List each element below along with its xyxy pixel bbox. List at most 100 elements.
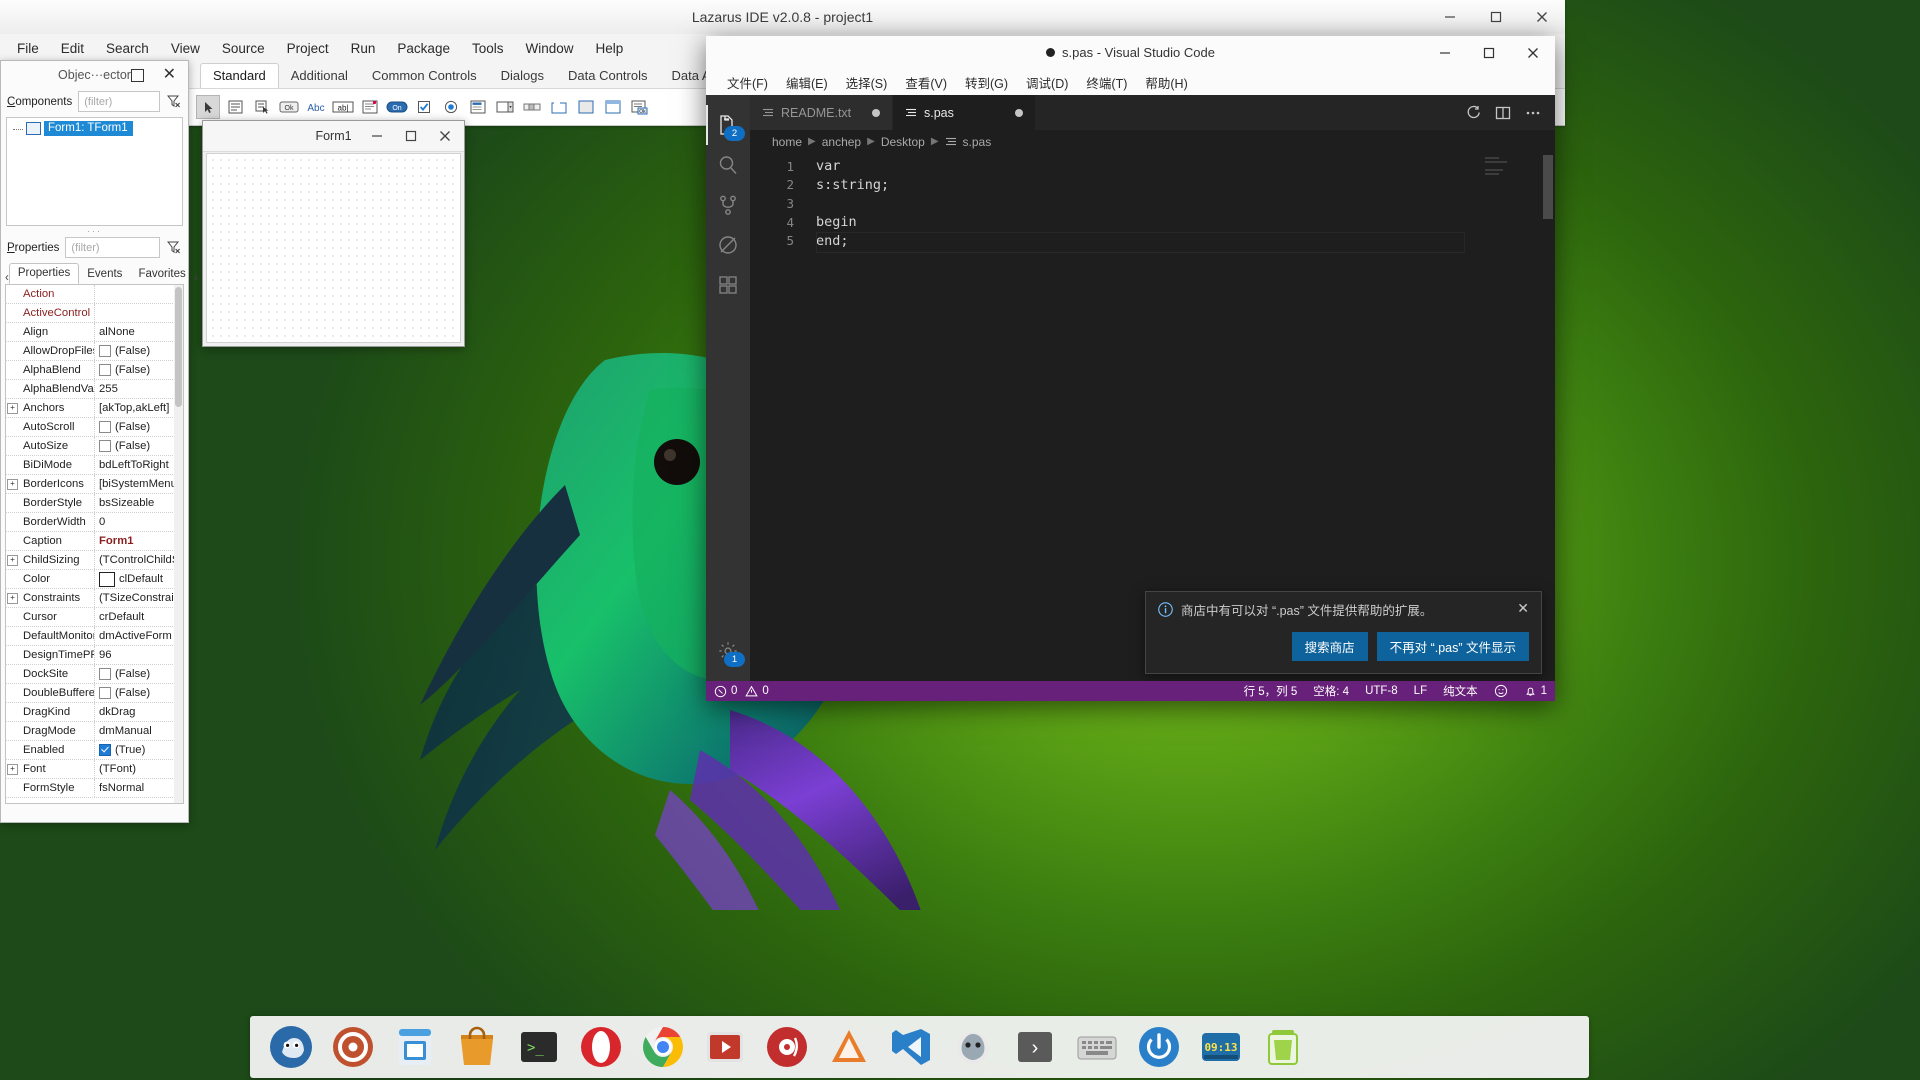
expand-toggle-icon[interactable]: + <box>6 402 19 414</box>
palette-tab-dialogs[interactable]: Dialogs <box>489 64 556 88</box>
dock-item-settings[interactable] <box>322 1019 384 1075</box>
property-value[interactable]: dmActiveForm <box>95 627 183 645</box>
code-line[interactable]: 5 end; <box>750 231 1555 250</box>
property-grid-scrollbar[interactable] <box>174 285 183 803</box>
dock-item-clock[interactable]: 09:13 <box>1190 1019 1252 1075</box>
status-language-mode[interactable]: 纯文本 <box>1435 681 1486 701</box>
status-problems[interactable]: 0 0 <box>706 681 777 701</box>
property-value[interactable]: crDefault <box>95 608 183 626</box>
vscode-menu-edit[interactable]: 编辑(E) <box>777 71 837 94</box>
property-value[interactable]: Form1 <box>95 532 183 550</box>
property-value[interactable]: (False) <box>95 418 183 436</box>
checkbox-icon[interactable] <box>99 345 111 357</box>
breadcrumb-anchep[interactable]: anchep <box>822 135 861 149</box>
dock-item-terminal[interactable]: >_ <box>508 1019 570 1075</box>
property-value[interactable]: dkDrag <box>95 703 183 721</box>
property-value[interactable] <box>95 304 183 322</box>
color-swatch-icon[interactable] <box>99 571 115 587</box>
palette-tab-standard[interactable]: Standard <box>200 63 279 88</box>
component-tree-node-form1[interactable]: Form1: TForm1 <box>7 121 182 136</box>
breadcrumb-desktop[interactable]: Desktop <box>881 135 925 149</box>
tab-readme-txt[interactable]: README.txt <box>750 95 893 130</box>
property-value[interactable]: (TSizeConstraint <box>95 589 183 607</box>
activity-extensions-icon[interactable] <box>706 265 750 305</box>
tmemo-icon[interactable] <box>358 95 382 119</box>
dock-item-vscode[interactable] <box>880 1019 942 1075</box>
editor-scroll-thumb[interactable] <box>1543 155 1553 219</box>
menu-package[interactable]: Package <box>386 38 461 59</box>
property-row[interactable]: ActiveControl <box>6 304 183 323</box>
tabs-scroll-right-icon[interactable]: › <box>194 272 198 284</box>
status-encoding[interactable]: UTF-8 <box>1357 681 1406 701</box>
lazarus-maximize-button[interactable] <box>1473 0 1519 34</box>
property-row[interactable]: BorderWidth 0 <box>6 513 183 532</box>
tab-s-pas-dirty-icon[interactable] <box>1015 109 1023 117</box>
form-design-canvas[interactable] <box>206 153 461 343</box>
activity-debug-icon[interactable] <box>706 225 750 265</box>
property-row[interactable]: DesignTimePPI 96 <box>6 646 183 665</box>
dock-item-gimp[interactable] <box>260 1019 322 1075</box>
property-value[interactable]: 255 <box>95 380 183 398</box>
activity-search-icon[interactable] <box>706 145 750 185</box>
activity-settings-gear-icon[interactable]: 1 <box>706 631 750 671</box>
lazarus-close-button[interactable] <box>1519 0 1565 34</box>
tedit-icon[interactable]: ab| <box>331 95 355 119</box>
lazarus-minimize-button[interactable] <box>1427 0 1473 34</box>
expand-toggle-icon[interactable]: + <box>6 478 19 490</box>
status-eol[interactable]: LF <box>1406 681 1435 701</box>
property-row[interactable]: Caption Form1 <box>6 532 183 551</box>
dock-item-chrome[interactable] <box>632 1019 694 1075</box>
property-value[interactable]: [akTop,akLeft] <box>95 399 183 417</box>
property-value[interactable]: (False) <box>95 361 183 379</box>
code-line[interactable]: 4 begin <box>750 213 1555 232</box>
expand-toggle-icon[interactable]: + <box>6 763 19 775</box>
activity-explorer-icon[interactable]: 2 <box>706 105 750 145</box>
tab-properties[interactable]: Properties <box>8 263 80 284</box>
property-value[interactable]: alNone <box>95 323 183 341</box>
properties-filter-clear-icon[interactable] <box>166 240 182 256</box>
dock-item-opera[interactable] <box>570 1019 632 1075</box>
vscode-close-button[interactable] <box>1511 36 1555 69</box>
vscode-menu-terminal[interactable]: 终端(T) <box>1077 71 1136 94</box>
tcombobox-icon[interactable] <box>493 95 517 119</box>
dock-item-music-player[interactable] <box>756 1019 818 1075</box>
properties-filter-input[interactable]: (filter) <box>65 237 160 258</box>
property-row[interactable]: AlphaBlendValu 255 <box>6 380 183 399</box>
checkbox-icon[interactable] <box>99 364 111 376</box>
property-value[interactable]: bsSizeable <box>95 494 183 512</box>
tcheckbox-icon[interactable] <box>412 95 436 119</box>
run-refresh-icon[interactable] <box>1465 105 1481 121</box>
tradiobutton-icon[interactable] <box>439 95 463 119</box>
form-minimize-button[interactable] <box>360 122 394 150</box>
property-value[interactable]: (TControlChildSi <box>95 551 183 569</box>
tbutton-icon[interactable]: Ok <box>277 95 301 119</box>
property-row[interactable]: + Constraints (TSizeConstraint <box>6 589 183 608</box>
property-row[interactable]: + ChildSizing (TControlChildSi <box>6 551 183 570</box>
checkbox-icon[interactable] <box>99 668 111 680</box>
tpanel-icon[interactable] <box>574 95 598 119</box>
object-inspector-maximize-icon[interactable] <box>131 69 144 82</box>
dont-show-again-button[interactable]: 不再对 “.pas” 文件显示 <box>1376 632 1529 661</box>
dock-item-power[interactable] <box>1128 1019 1190 1075</box>
tgroupbox-icon[interactable] <box>547 95 571 119</box>
property-row[interactable]: BiDiMode bdLeftToRight <box>6 456 183 475</box>
property-value[interactable]: (False) <box>95 665 183 683</box>
vscode-menu-debug[interactable]: 调试(D) <box>1017 71 1077 94</box>
vscode-menu-help[interactable]: 帮助(H) <box>1136 71 1196 94</box>
property-row[interactable]: AlphaBlend (False) <box>6 361 183 380</box>
dock-item-show-desktop[interactable]: › <box>1004 1019 1066 1075</box>
menu-tools[interactable]: Tools <box>461 38 515 59</box>
property-value[interactable]: dmManual <box>95 722 183 740</box>
components-filter-clear-icon[interactable] <box>166 94 182 110</box>
notification-close-icon[interactable]: ✕ <box>1517 601 1529 615</box>
property-value[interactable]: (True) <box>95 741 183 759</box>
object-inspector-close-icon[interactable]: ✕ <box>163 64 176 84</box>
status-indentation[interactable]: 空格: 4 <box>1305 681 1357 701</box>
property-row[interactable]: AutoSize (False) <box>6 437 183 456</box>
tab-events[interactable]: Events <box>79 265 130 284</box>
form-maximize-button[interactable] <box>394 122 428 150</box>
components-filter-input[interactable]: (filter) <box>78 91 160 112</box>
palette-tab-additional[interactable]: Additional <box>279 64 360 88</box>
checkbox-icon[interactable] <box>99 440 111 452</box>
property-row[interactable]: + Font (TFont) <box>6 760 183 779</box>
